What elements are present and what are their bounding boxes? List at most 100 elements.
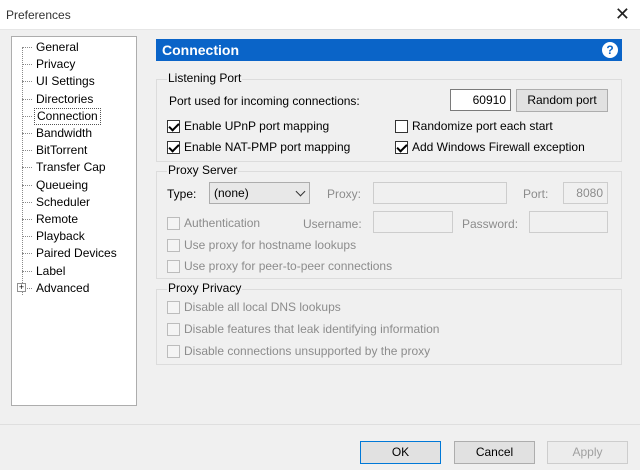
dialog-footer: OK Cancel Apply: [0, 424, 640, 470]
sidebar-item-advanced[interactable]: + Advanced: [17, 280, 136, 297]
tree-connector: [22, 150, 32, 152]
tree-connector: [22, 201, 32, 203]
sidebar-item-label: Bandwidth: [36, 126, 93, 140]
tree-connector: [22, 64, 32, 66]
proxy-host-input[interactable]: [373, 182, 507, 204]
p2p-connections-label: Use proxy for peer-to-peer connections: [184, 259, 393, 273]
randomize-port-checkbox[interactable]: Randomize port each start: [395, 119, 553, 133]
proxy-server-title: Proxy Server: [167, 163, 239, 177]
proxy-privacy-title: Proxy Privacy: [167, 281, 243, 295]
disable-unsupported-label: Disable connections unsupported by the p…: [184, 344, 431, 358]
natpmp-checkbox[interactable]: Enable NAT-PMP port mapping: [167, 140, 350, 154]
sidebar-item-bandwidth[interactable]: Bandwidth: [22, 125, 136, 142]
tree-connector: [22, 133, 32, 134]
proxy-type-label: Type:: [167, 187, 197, 201]
sidebar-item-label: Queueing: [36, 177, 89, 192]
sidebar-item-label[interactable]: Label: [22, 263, 136, 280]
preferences-tree: General Privacy UI Settings Directories Conn…: [11, 36, 137, 406]
disable-leak-check-box[interactable]: [167, 322, 180, 336]
sidebar-item-label: BitTorrent: [36, 143, 88, 158]
title-bar: Preferences ✕: [0, 0, 640, 30]
natpmp-label: Enable NAT-PMP port mapping: [184, 140, 351, 154]
tree-connector: [22, 270, 32, 272]
disable-dns-label: Disable all local DNS lookups: [184, 300, 341, 314]
ok-button[interactable]: OK: [360, 441, 441, 464]
sidebar-item-scheduler[interactable]: Scheduler: [22, 194, 136, 211]
sidebar-item-label: Transfer Cap: [36, 160, 106, 175]
sidebar-item-privacy[interactable]: Privacy: [22, 56, 136, 73]
authentication-label: Authentication: [184, 216, 261, 230]
authentication-check-box[interactable]: [167, 216, 180, 230]
sidebar-item-transfer-cap[interactable]: Transfer Cap: [22, 159, 136, 176]
upnp-label: Enable UPnP port mapping: [184, 119, 330, 133]
disable-dns-check-box[interactable]: [167, 300, 180, 314]
sidebar-item-label: Scheduler: [36, 194, 91, 209]
username-label: Username:: [303, 217, 362, 231]
sidebar-item-queueing[interactable]: Queueing: [22, 177, 136, 194]
window-title: Preferences: [6, 8, 71, 22]
tree-connector: [22, 219, 32, 220]
disable-unsupported-checkbox[interactable]: Disable connections unsupported by the p…: [167, 344, 430, 358]
username-input[interactable]: [373, 211, 453, 233]
disable-leak-label: Disable features that leak identifying i…: [184, 322, 440, 336]
cancel-button[interactable]: Cancel: [454, 441, 535, 464]
tree-connector: [22, 236, 32, 238]
section-header: Connection ?: [156, 39, 622, 61]
tree-connector: [22, 81, 32, 83]
hostname-lookups-label: Use proxy for hostname lookups: [184, 238, 357, 252]
disable-leak-checkbox[interactable]: Disable features that leak identifying i…: [167, 322, 439, 336]
sidebar-item-connection[interactable]: Connection: [22, 107, 136, 125]
chevron-down-icon: [295, 186, 306, 197]
sidebar-item-remote[interactable]: Remote: [22, 211, 136, 228]
upnp-checkbox[interactable]: Enable UPnP port mapping: [167, 119, 329, 133]
sidebar-item-general[interactable]: General: [22, 39, 136, 56]
help-icon[interactable]: ?: [602, 42, 618, 58]
sidebar-item-label: UI Settings: [36, 74, 95, 89]
randomize-label: Randomize port each start: [412, 119, 553, 133]
disable-dns-checkbox[interactable]: Disable all local DNS lookups: [167, 300, 341, 314]
random-port-button[interactable]: Random port: [516, 89, 608, 112]
p2p-connections-check-box[interactable]: [167, 259, 180, 273]
tree-connector: [22, 98, 32, 100]
section-title: Connection: [162, 42, 239, 58]
password-input[interactable]: [529, 211, 608, 233]
randomize-check-box[interactable]: [395, 119, 408, 133]
sidebar-item-label: Privacy: [36, 57, 76, 72]
apply-button[interactable]: Apply: [547, 441, 628, 464]
proxy-server-group: Proxy Server Type: (none) Proxy: Port: 8…: [156, 163, 622, 279]
sidebar-item-label: Paired Devices: [36, 246, 117, 261]
firewall-check-box[interactable]: [395, 140, 408, 154]
tree-connector: [22, 253, 32, 255]
sidebar-item-ui-settings[interactable]: UI Settings: [22, 73, 136, 90]
firewall-checkbox[interactable]: Add Windows Firewall exception: [395, 140, 585, 154]
firewall-label: Add Windows Firewall exception: [412, 140, 585, 154]
proxy-privacy-group: Proxy Privacy Disable all local DNS look…: [156, 281, 622, 365]
proxy-type-value: (none): [214, 186, 249, 200]
sidebar-item-bittorrent[interactable]: BitTorrent: [22, 142, 136, 159]
natpmp-check-box[interactable]: [167, 140, 180, 154]
sidebar-item-label: Advanced: [36, 280, 90, 295]
sidebar-item-paired-devices[interactable]: Paired Devices: [22, 245, 136, 262]
authentication-checkbox[interactable]: Authentication: [167, 216, 260, 230]
sidebar-item-playback[interactable]: Playback: [22, 228, 136, 245]
proxy-port-input[interactable]: 8080: [563, 182, 608, 204]
p2p-connections-checkbox[interactable]: Use proxy for peer-to-peer connections: [167, 259, 392, 273]
upnp-check-box[interactable]: [167, 119, 180, 133]
sidebar-item-label: Label: [36, 263, 66, 278]
proxy-type-select[interactable]: (none): [209, 182, 310, 204]
sidebar-item-label: Directories: [36, 91, 94, 106]
port-input[interactable]: 60910: [450, 89, 511, 111]
listening-port-title: Listening Port: [167, 71, 243, 85]
tree-connector: [22, 167, 32, 169]
tree-connector: [22, 115, 32, 117]
proxy-host-label: Proxy:: [327, 187, 362, 201]
listening-port-group: Listening Port Port used for incoming co…: [156, 71, 622, 162]
close-icon[interactable]: ✕: [615, 4, 630, 24]
hostname-lookups-checkbox[interactable]: Use proxy for hostname lookups: [167, 238, 356, 252]
expand-plus-icon[interactable]: +: [17, 282, 26, 292]
port-label: Port used for incoming connections:: [169, 94, 360, 108]
sidebar-item-directories[interactable]: Directories: [22, 91, 136, 108]
disable-unsupported-check-box[interactable]: [167, 344, 180, 358]
tree-connector: [22, 184, 32, 186]
hostname-lookups-check-box[interactable]: [167, 238, 180, 252]
